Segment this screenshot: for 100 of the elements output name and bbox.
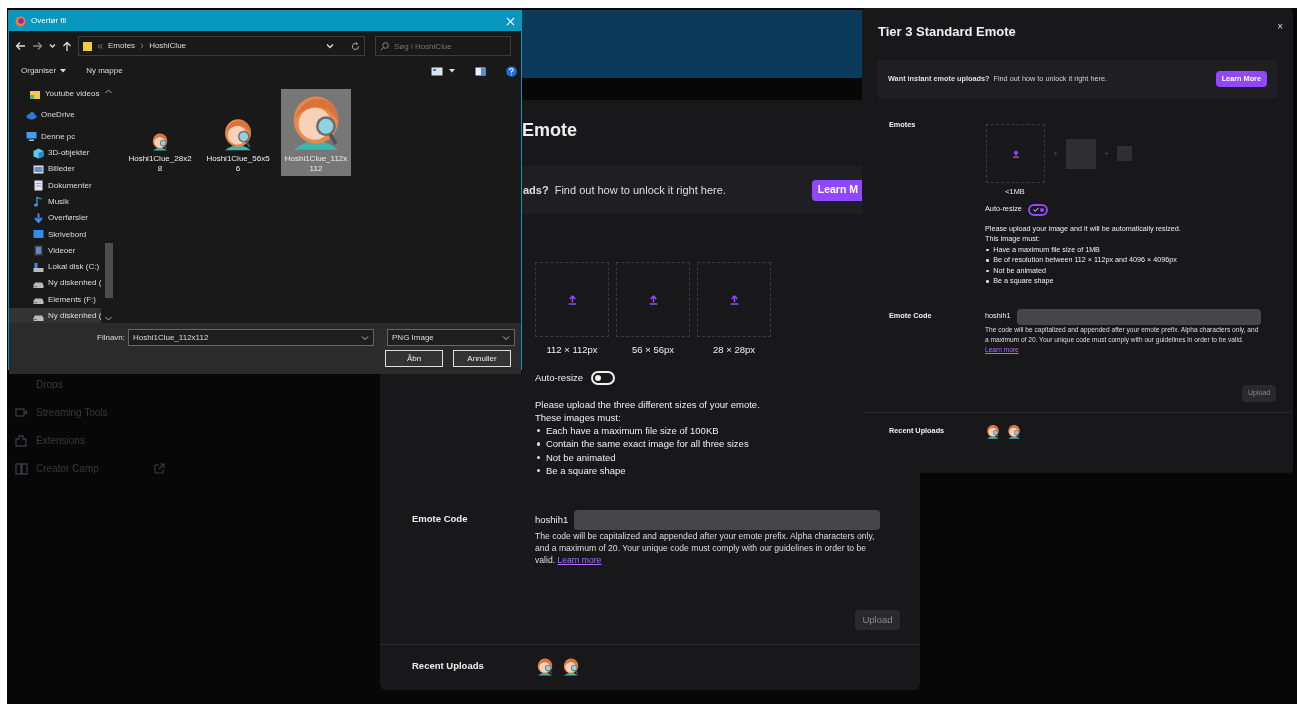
nav-item[interactable]: Dokumenter bbox=[9, 177, 101, 194]
code-prefix: hoshih1 bbox=[535, 513, 569, 528]
preview-box bbox=[1066, 138, 1096, 169]
file-item[interactable]: Hoshi1Clue_56x56 bbox=[203, 89, 273, 176]
breadcrumb-item[interactable]: HoshiClue bbox=[149, 40, 187, 52]
field-label: Filnavn: bbox=[97, 331, 125, 344]
forward-icon[interactable] bbox=[32, 41, 43, 51]
nav-item[interactable]: Denne pc bbox=[9, 128, 101, 145]
learn-more-button[interactable]: Learn M bbox=[811, 179, 862, 201]
caret-icon bbox=[60, 69, 67, 73]
upload-icon bbox=[647, 294, 659, 305]
breadcrumb-item[interactable]: Emotes bbox=[108, 40, 136, 52]
file-type-dropdown[interactable]: PNG Image bbox=[387, 329, 515, 346]
plus-icon bbox=[1053, 151, 1058, 156]
bullet-icon bbox=[536, 429, 541, 433]
size-label: 112 × 112px bbox=[546, 343, 598, 357]
computer-icon bbox=[26, 131, 37, 143]
nav-item[interactable]: OneDrive bbox=[9, 107, 101, 124]
instruction-item: Not be animated bbox=[545, 450, 616, 464]
scroll-down-icon[interactable] bbox=[105, 316, 112, 321]
banner-text: Find out how to unlock it right here. bbox=[554, 182, 726, 198]
view-icon[interactable] bbox=[431, 66, 443, 76]
toggle-switch[interactable] bbox=[1027, 203, 1048, 216]
music-note-icon bbox=[33, 196, 44, 208]
instruction-item: Contain the same exact image for all three sizes bbox=[545, 437, 749, 451]
dropdown-icon bbox=[361, 334, 369, 341]
dialog-title: Emote bbox=[522, 120, 577, 140]
instruction-item: Each have a maximum file size of 100KB bbox=[545, 424, 719, 438]
plus-icon bbox=[1104, 151, 1109, 156]
desktop-icon bbox=[33, 229, 44, 240]
nav-item[interactable]: Youtube videos bbox=[9, 86, 103, 103]
bullet-icon bbox=[986, 259, 989, 262]
browser-icon bbox=[15, 15, 26, 27]
close-button[interactable]: × bbox=[1275, 20, 1285, 34]
bullet-icon bbox=[536, 468, 541, 473]
toolbar-button[interactable]: Organiser bbox=[21, 65, 67, 77]
nav-item[interactable]: Lokal disk (C:) bbox=[9, 258, 101, 276]
bullet-icon bbox=[986, 248, 989, 252]
dropdown-icon[interactable] bbox=[326, 43, 334, 49]
refresh-icon[interactable] bbox=[351, 41, 360, 51]
toggle-label: Auto-resize bbox=[535, 371, 584, 386]
code-input[interactable] bbox=[1016, 308, 1261, 325]
puzzle-icon bbox=[15, 433, 28, 447]
bullet-icon bbox=[536, 455, 541, 459]
close-icon[interactable] bbox=[506, 16, 515, 26]
nav-item[interactable]: 3D-objekter bbox=[9, 144, 101, 162]
document-icon bbox=[33, 180, 44, 192]
upload-icon bbox=[728, 294, 740, 305]
download-icon bbox=[33, 212, 44, 224]
folder-icon bbox=[30, 88, 41, 100]
dialog-button[interactable]: Åbn bbox=[385, 350, 443, 367]
window-title: Overfør fil bbox=[31, 15, 67, 27]
size-label: 28 × 28px bbox=[713, 343, 755, 357]
nav-item[interactable]: Videoer bbox=[9, 242, 101, 259]
back-icon[interactable] bbox=[15, 41, 26, 51]
nav-item[interactable]: Overførsler bbox=[9, 210, 101, 227]
help-text: The code will be capitalized and appended after your emote prefix. Alpha characters only, and a maximum of 20. Your unique code must comply with our guidelines in order to be valid. Learn more bbox=[535, 530, 876, 567]
up-icon[interactable] bbox=[62, 40, 72, 52]
drive-icon bbox=[33, 261, 44, 273]
camera-icon bbox=[15, 405, 28, 419]
pictures-icon bbox=[33, 163, 44, 175]
size-label: 56 × 56px bbox=[632, 343, 674, 357]
upload-icon bbox=[566, 294, 578, 305]
nav-item[interactable]: Ny diskenhed ( bbox=[9, 275, 101, 292]
nav-item[interactable]: Elements (F:) bbox=[9, 291, 101, 308]
help-icon[interactable] bbox=[506, 65, 517, 77]
check-icon bbox=[1032, 207, 1039, 213]
section-label: Recent Uploads bbox=[412, 658, 485, 673]
code-input[interactable] bbox=[574, 510, 880, 531]
chevron-icon bbox=[140, 43, 145, 49]
nav-item[interactable]: Billeder bbox=[9, 161, 101, 178]
nav-item[interactable]: Musik bbox=[9, 193, 101, 211]
chevron-icon bbox=[97, 43, 103, 49]
dialog-button[interactable]: Annuller bbox=[453, 350, 511, 367]
field-label: Emote Code bbox=[412, 512, 469, 527]
file-item[interactable]: Hoshi1Clue_28x28 bbox=[125, 89, 195, 176]
nav-item[interactable]: Skrivebord bbox=[9, 226, 101, 243]
search-icon bbox=[380, 41, 389, 51]
file-item[interactable]: Hoshi1Clue_112x112 bbox=[281, 89, 351, 176]
caret-icon[interactable] bbox=[49, 43, 56, 49]
bullet-icon bbox=[986, 269, 989, 273]
banner-question: ads? bbox=[523, 182, 549, 198]
instruction-item: Be a square shape bbox=[545, 464, 626, 478]
instruction-text: Please upload the three different sizes of your emote. bbox=[535, 397, 761, 411]
scrollbar[interactable] bbox=[105, 243, 113, 298]
learn-more-link[interactable]: Learn more bbox=[557, 555, 602, 566]
film-icon bbox=[33, 245, 44, 257]
upload-icon bbox=[1011, 149, 1020, 158]
preview-pane-icon[interactable] bbox=[475, 66, 486, 76]
dialog-title: Tier 3 Standard Emote bbox=[878, 23, 1016, 41]
address-bar[interactable]: Emotes HoshiClue bbox=[78, 36, 365, 56]
bullet-icon bbox=[986, 280, 989, 283]
filename-field[interactable]: Hoshi1Clue_112x112 bbox=[128, 329, 374, 346]
scroll-up-icon[interactable] bbox=[105, 89, 112, 94]
instruction-text: These images must: bbox=[535, 410, 622, 425]
caret-icon[interactable] bbox=[449, 69, 455, 73]
toolbar-button[interactable]: Ny mappe bbox=[86, 65, 123, 77]
book-icon bbox=[15, 461, 28, 475]
cloud-icon bbox=[26, 109, 37, 121]
dropdown-icon bbox=[502, 334, 510, 341]
